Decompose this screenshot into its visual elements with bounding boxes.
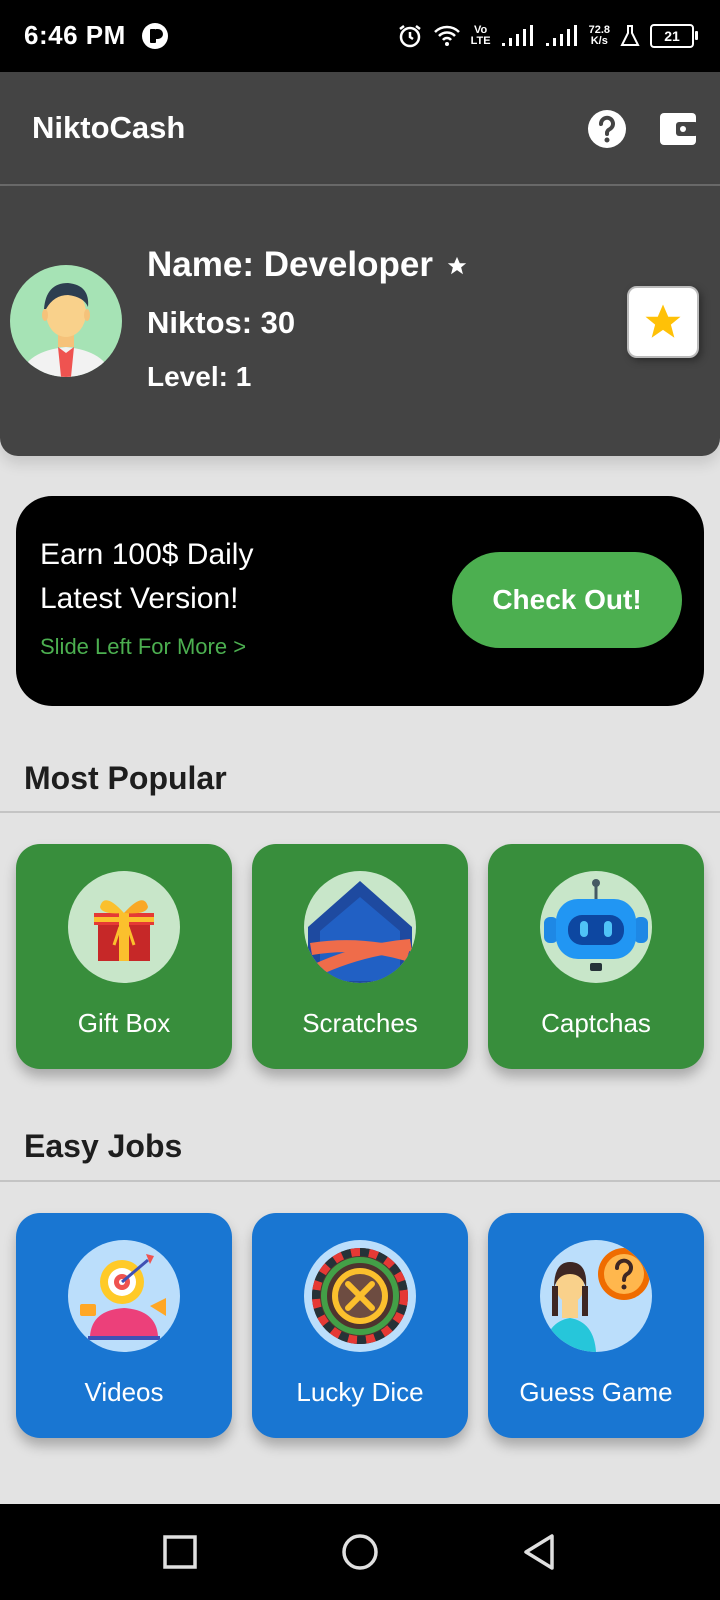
system-nav-bar [0, 1504, 720, 1600]
robot-icon [540, 871, 652, 983]
signal-icon-2 [545, 25, 577, 46]
rate-button[interactable] [627, 286, 699, 358]
alarm-icon [398, 25, 421, 48]
wifi-icon [433, 25, 460, 46]
app-notification-icon [142, 23, 168, 49]
card-label: Guess Game [519, 1377, 673, 1407]
profile-level: Level: 1 [147, 361, 252, 392]
back-icon[interactable] [520, 1532, 560, 1572]
check-out-button[interactable]: Check Out! [452, 552, 682, 648]
recent-apps-icon[interactable] [160, 1532, 200, 1572]
card-label: Lucky Dice [296, 1377, 424, 1407]
card-gift-box[interactable]: Gift Box [16, 844, 232, 1069]
card-label: Gift Box [77, 1008, 171, 1038]
card-videos[interactable]: Videos [16, 1213, 232, 1438]
scratch-card-icon [304, 871, 416, 983]
target-idea-icon [68, 1240, 180, 1352]
card-lucky-dice[interactable]: Lucky Dice [252, 1213, 468, 1438]
wallet-icon[interactable] [658, 109, 698, 149]
card-scratches[interactable]: Scratches [252, 844, 468, 1069]
battery-indicator: 21 [650, 24, 698, 48]
divider [0, 1180, 720, 1182]
promo-hint: Slide Left For More > [40, 634, 247, 659]
promo-banner[interactable]: Earn 100$ Daily Latest Version! Slide Le… [16, 496, 704, 706]
roulette-wheel-icon [304, 1240, 416, 1352]
card-label: Scratches [302, 1008, 418, 1038]
star-small-icon [447, 256, 467, 275]
card-guess-game[interactable]: Guess Game [488, 1213, 704, 1438]
star-icon [645, 304, 681, 338]
flask-icon [620, 25, 640, 46]
signal-icon [501, 25, 533, 46]
status-icons: Vo LTE 72.8 K/s 21 [397, 18, 698, 54]
home-icon[interactable] [340, 1532, 380, 1572]
section-title-popular: Most Popular [24, 760, 227, 796]
divider [0, 811, 720, 813]
card-captchas[interactable]: Captchas [488, 844, 704, 1069]
status-bar: 6:46 PM Vo LTE 72.8 K/s 21 [0, 0, 720, 72]
promo-line-2: Latest Version! [40, 582, 239, 615]
card-label: Captchas [541, 1008, 651, 1038]
status-time: 6:46 PM [24, 20, 126, 50]
help-circle-icon[interactable] [587, 109, 627, 149]
profile-niktos: Niktos: 30 [147, 305, 296, 340]
businessman-avatar-icon [10, 265, 122, 377]
promo-line-1: Earn 100$ Daily [40, 538, 254, 571]
profile-name: Name: Developer [147, 245, 433, 284]
section-title-easy: Easy Jobs [24, 1128, 183, 1164]
profile-card: Name: Developer Niktos: 30 Level: 1 [0, 186, 720, 456]
network-speed: 72.8 K/s [588, 24, 610, 47]
gift-box-icon [68, 871, 180, 983]
network-type: Vo LTE [470, 24, 491, 47]
app-bar: NiktoCash [0, 72, 720, 186]
app-title: NiktoCash [32, 110, 186, 145]
question-person-icon [540, 1240, 652, 1352]
card-label: Videos [84, 1377, 164, 1407]
